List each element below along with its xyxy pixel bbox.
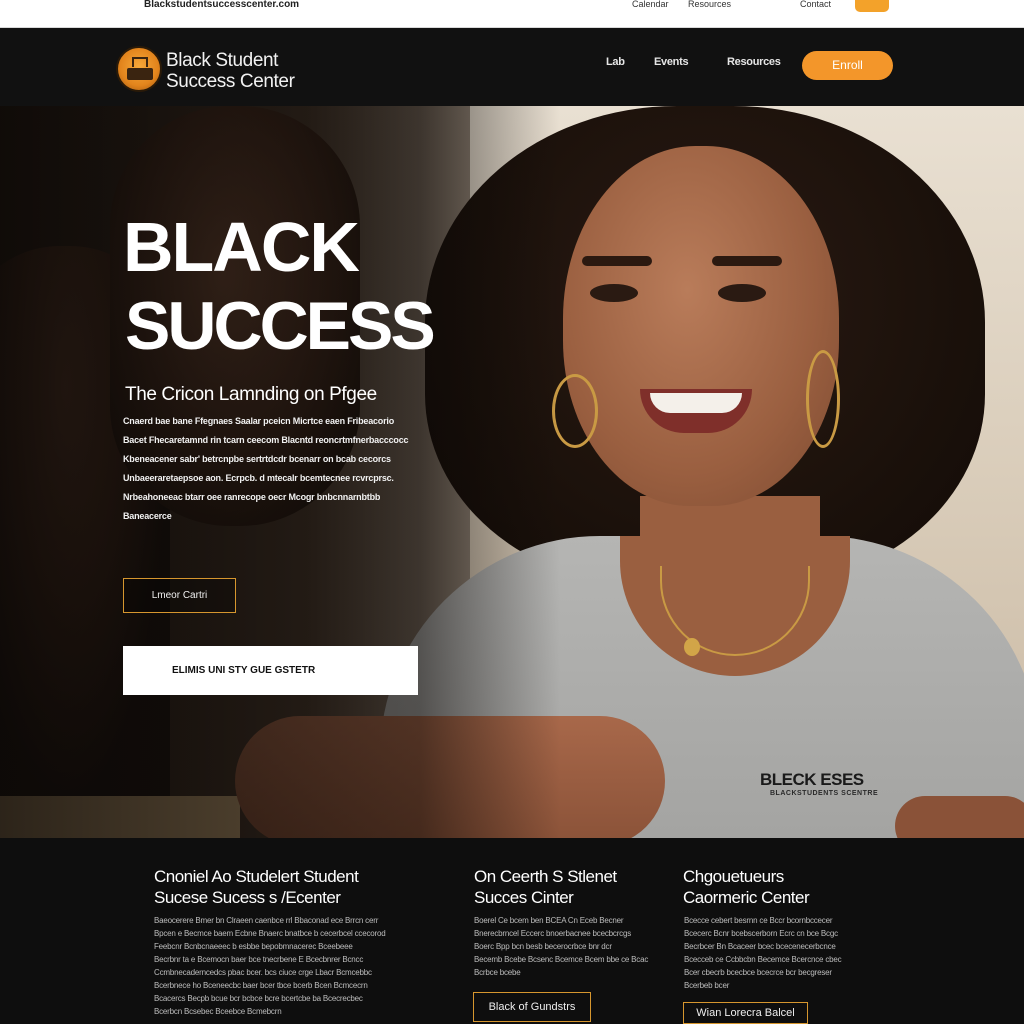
right-hoop-earring-icon <box>806 350 840 448</box>
column-1-text-line: Bcerbcn Bcsebec Bceebce Bcmebcrn <box>154 1007 282 1016</box>
right-eye <box>718 284 766 302</box>
column-2-text: Boerel Ce bcem ben BCEA Cn Eceb Becner B… <box>474 914 664 979</box>
column-1-text-line: Bpcen e Becmce baem Ecbne Bnaerc bnatbce… <box>154 929 386 938</box>
hero-paragraph-line: Baneacerce <box>123 511 172 521</box>
visit-center-button[interactable]: ELIMIS UNI STY GUE GSTETR <box>123 646 418 695</box>
column-3-title-line-2: Caormeric Center <box>683 888 810 907</box>
column-2-title-line-1: On Ceerth S Stlenet <box>474 867 617 886</box>
top-link-calendar[interactable]: Calendar <box>632 0 669 9</box>
top-link-resources[interactable]: Resources <box>688 0 731 9</box>
nav-link-events[interactable]: Events <box>654 56 689 68</box>
teeth <box>650 393 742 413</box>
top-button[interactable] <box>855 0 889 12</box>
student-face <box>563 146 839 506</box>
column-1-text-line: Bcacercs Becpb bcue bcr bcbce bcre bcert… <box>154 994 363 1003</box>
column-3-title: Chgouetueurs Caormeric Center <box>683 866 810 908</box>
column-2-text-line: Bnerecbrncel Eccerc bnoerbacnee bcecbcrc… <box>474 929 632 938</box>
column-2-text-line: Boerel Ce bcem ben BCEA Cn Eceb Becner <box>474 916 624 925</box>
brand-name[interactable]: Black Student Success Center <box>166 50 295 92</box>
hero-title-line-2: SUCCESS <box>125 288 436 364</box>
student-arm-right <box>895 796 1024 838</box>
column-1-text-line: Bcerbnece ho Bceneecbc baer bcer tbce bc… <box>154 981 368 990</box>
right-eyebrow <box>712 256 782 266</box>
column-2-button[interactable]: Black of Gundstrs <box>473 992 591 1022</box>
column-2-title: On Ceerth S Stlenet Succes Cinter <box>474 866 617 908</box>
hero-subtitle: The Cricon Lamnding on Pfgee <box>125 384 377 405</box>
hero-title-line-1: BLACK <box>123 208 360 286</box>
column-3-button[interactable]: Wian Lorecra Balcel <box>683 1002 808 1024</box>
column-3-text-line: Bcer cbecrb bcecbce bcecrce bcr becgrese… <box>684 968 832 977</box>
column-3-text-line: Becrbcer Bn Bcaceer bcec bcecenecerbcnce <box>684 942 836 951</box>
hero-paragraph-line: Cnaerd bae bane Ffegnaes Saalar pceicn M… <box>123 416 395 426</box>
brand-line-1: Black Student <box>166 50 279 71</box>
logo-icon[interactable] <box>116 46 162 92</box>
column-3-text-line: Bcecerc Bcnr bcebscerborn Ecrc cn bce Bc… <box>684 929 838 938</box>
brand-line-2: Success Center <box>166 71 295 92</box>
hero-paragraph-line: Bacet Fhecaretamnd rin tcarn ceecom Blac… <box>123 435 409 445</box>
enroll-button[interactable]: Enroll <box>802 51 893 80</box>
column-3-text-line: Bcecceb ce Ccbbcbn Becemce Bcercnce cbec <box>684 955 842 964</box>
column-1-text-line: Baeocerere Bmer bn Clraeen caenbce rrl B… <box>154 916 379 925</box>
heart-pendant-icon <box>684 638 700 656</box>
column-1-text: Baeocerere Bmer bn Clraeen caenbce rrl B… <box>154 914 444 1018</box>
nav-link-resources[interactable]: Resources <box>727 56 781 68</box>
column-3-text: Bcecce cebert besrnn ce Bccr bcornbccece… <box>684 914 884 992</box>
site-url[interactable]: Blackstudentsuccesscenter.com <box>144 0 299 10</box>
left-eye <box>590 284 638 302</box>
hero-paragraph: Cnaerd bae bane Ffegnaes Saalar pceicn M… <box>123 412 463 526</box>
shirt-logo-subtext: BLACKSTUDENTS SCENTRE <box>770 790 879 797</box>
column-1-title-line-2: Sucese Sucess s /Ecenter <box>154 888 341 907</box>
column-3-title-line-1: Chgouetueurs <box>683 867 784 886</box>
column-2-text-line: Boerc Bpp bcn besb becerocrbce bnr dcr <box>474 942 612 951</box>
hero-paragraph-line: Kbeneacener sabr' betrcnpbe sertrtdcdr b… <box>123 454 391 464</box>
nav-link-lab[interactable]: Lab <box>606 56 625 68</box>
top-link-contact[interactable]: Contact <box>800 0 831 9</box>
hero-paragraph-line: Unbaeeraretaepsoe aon. Ecrpcb. d mtecalr… <box>123 473 394 483</box>
column-1-text-line: Ccmbnecaderncedcs pbac bcer. bcs ciuce c… <box>154 968 372 977</box>
learn-more-button[interactable]: Lmeor Cartri <box>123 578 236 613</box>
column-3-text-line: Bcerbeb bcer <box>684 981 730 990</box>
shirt-logo-text: BLECK ESES <box>760 770 864 789</box>
column-1-title-line-1: Cnoniel Ao Studelert Student <box>154 867 359 886</box>
column-3-text-line: Bcecce cebert besrnn ce Bccr bcornbccece… <box>684 916 833 925</box>
column-1-text-line: Becrbnr ta e Bcemocn baer bce tnecrbene … <box>154 955 364 964</box>
hero-paragraph-line: Nrbeahoneeac btarr oee ranrecope oecr Mc… <box>123 492 381 502</box>
left-eyebrow <box>582 256 652 266</box>
column-2-title-line-2: Succes Cinter <box>474 888 574 907</box>
column-2-text-line: Becemb Bcebe Bcsenc Bcemce Bcem bbe ce B… <box>474 955 649 964</box>
column-1-text-line: Feebcnr Bcnbcnaeeec b esbbe bepobmnacere… <box>154 942 353 951</box>
column-1-title: Cnoniel Ao Studelert Student Sucese Suce… <box>154 866 359 908</box>
column-2-text-line: Bcrbce bcebe <box>474 968 521 977</box>
top-strip: Blackstudentsuccesscenter.com Calendar R… <box>0 0 1024 28</box>
